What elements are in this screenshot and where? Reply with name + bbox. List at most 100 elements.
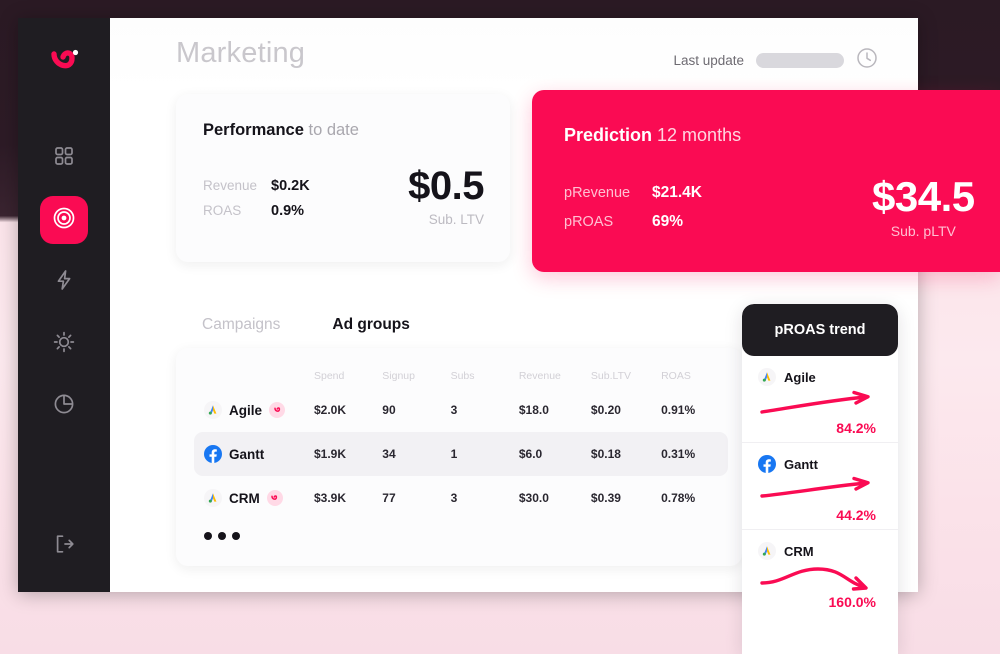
trend-item-label: CRM [784, 543, 814, 559]
trend-item-percent: 160.0% [828, 594, 876, 610]
cell-sub-ltv: $0.20 [590, 403, 621, 417]
trend-item-percent: 84.2% [836, 420, 876, 436]
logo-mark[interactable] [41, 40, 87, 86]
performance-metric-revenue: Revenue $0.2K [203, 178, 310, 194]
target-icon [51, 205, 77, 236]
performance-title: Performance to date [203, 121, 359, 140]
sidebar [18, 18, 110, 592]
sidebar-item-reports[interactable] [40, 382, 88, 430]
facebook-icon [204, 445, 222, 463]
tab-bar: Campaigns Ad groups [176, 304, 436, 347]
prediction-title: Prediction 12 months [564, 125, 741, 146]
tab-campaigns[interactable]: Campaigns [176, 304, 306, 347]
sidebar-item-logout[interactable] [40, 522, 88, 570]
google-ads-icon [204, 401, 222, 419]
trend-item-percent: 44.2% [836, 507, 876, 523]
sun-icon [52, 330, 76, 359]
cell-roas: 0.31% [661, 447, 696, 461]
metric-value: 0.9% [271, 203, 305, 219]
cell-sub-ltv: $0.39 [590, 491, 621, 505]
sidebar-item-dashboard[interactable] [40, 134, 88, 182]
logout-icon [52, 532, 76, 561]
trend-item-gantt[interactable]: Gantt 44.2% [742, 443, 898, 530]
facebook-icon [758, 455, 776, 473]
column-header-subs: Subs [450, 370, 475, 382]
cell-sub-ltv: $0.18 [590, 447, 621, 461]
column-header-spend: Spend [314, 370, 345, 382]
performance-title-strong: Performance [203, 121, 304, 139]
proas-trend-panel: pROAS trend Agile 84.2% Gantt 44.2% CRM … [742, 304, 898, 654]
cell-revenue: $6.0 [518, 447, 543, 461]
performance-title-light: to date [308, 121, 359, 139]
metric-value: 69% [652, 213, 684, 230]
sidebar-item-insights[interactable] [40, 320, 88, 368]
table-header-row: Spend Signup Subs Revenue Sub.LTV ROAS [194, 364, 728, 388]
prediction-metric-proas: pROAS 69% [564, 213, 702, 231]
table-row[interactable]: Gantt $1.9K 34 1 $6.0 $0.18 0.31% [194, 432, 728, 476]
proas-trend-header: pROAS trend [742, 304, 898, 356]
last-update: Last update [673, 47, 878, 74]
prediction-metric-prevenue: pRevenue $21.4K [564, 184, 702, 202]
metric-label: pROAS [564, 214, 614, 230]
ad-groups-table-panel: Spend Signup Subs Revenue Sub.LTV ROAS A… [176, 348, 742, 566]
performance-card: Performance to date Revenue $0.2K ROAS 0… [176, 94, 510, 262]
column-header-sub-ltv: Sub.LTV [590, 370, 631, 382]
metric-label: pRevenue [564, 185, 631, 201]
sidebar-nav [40, 134, 88, 430]
trend-item-head: Gantt [758, 455, 882, 473]
row-name-cell: Gantt [204, 445, 314, 463]
trend-item-crm[interactable]: CRM 160.0% [742, 530, 898, 616]
performance-headline: $0.5 Sub. LTV [408, 166, 484, 227]
trend-item-head: CRM [758, 542, 882, 560]
trend-item-agile[interactable]: Agile 84.2% [742, 356, 898, 443]
dot-icon [204, 532, 212, 540]
column-header-roas: ROAS [661, 370, 691, 382]
grid-icon [52, 144, 76, 173]
prediction-title-strong: Prediction [564, 125, 653, 145]
metric-label: Revenue [203, 178, 258, 193]
page-title: Marketing [176, 37, 306, 69]
dot-icon [232, 532, 240, 540]
table-row[interactable]: CRM $3.9K 77 3 $30.0 $0.39 0.78% [194, 476, 728, 520]
cell-roas: 0.91% [661, 403, 696, 417]
row-name-cell: Agile [204, 401, 314, 419]
more-options-button[interactable] [204, 532, 240, 540]
metric-value: $0.2K [271, 178, 310, 194]
prediction-big-value: $34.5 [872, 173, 975, 220]
lightning-icon [52, 268, 76, 297]
pie-chart-icon [52, 392, 76, 421]
metric-value: $21.4K [652, 184, 702, 201]
prediction-card: Prediction 12 months pRevenue $21.4K pRO… [532, 90, 1000, 272]
google-ads-icon [204, 489, 222, 507]
row-label: CRM [229, 490, 260, 506]
tab-ad-groups[interactable]: Ad groups [306, 304, 436, 347]
row-label: Agile [229, 402, 263, 418]
prediction-big-caption: Sub. pLTV [890, 223, 956, 239]
screen: Marketing Last update Performance to dat… [0, 0, 1000, 654]
trend-arrow-rising-icon [758, 388, 882, 422]
table-row[interactable]: Agile $2.0K 90 3 $18.0 $0.20 0.91% [194, 388, 728, 432]
cell-subs: 3 [450, 491, 458, 505]
performance-metric-roas: ROAS 0.9% [203, 203, 310, 219]
prediction-title-light: 12 months [657, 125, 742, 145]
metric-label: ROAS [203, 203, 242, 218]
performance-big-caption: Sub. LTV [428, 212, 484, 227]
cell-revenue: $18.0 [518, 403, 549, 417]
trend-item-label: Agile [784, 369, 816, 385]
clock-icon[interactable] [856, 47, 878, 74]
sidebar-item-automation[interactable] [40, 258, 88, 306]
google-ads-icon [758, 368, 776, 386]
trend-item-head: Agile [758, 368, 882, 386]
sidebar-item-campaigns[interactable] [40, 196, 88, 244]
cell-subs: 3 [450, 403, 458, 417]
cell-spend: $1.9K [314, 447, 347, 461]
cell-roas: 0.78% [661, 491, 696, 505]
ad-groups-table: Spend Signup Subs Revenue Sub.LTV ROAS A… [194, 364, 728, 520]
cell-signup: 90 [382, 403, 396, 417]
performance-big-value: $0.5 [408, 164, 484, 208]
cell-signup: 77 [382, 491, 396, 505]
column-header-signup: Signup [382, 370, 415, 382]
cell-signup: 34 [382, 447, 396, 461]
logo-badge-icon [266, 490, 283, 506]
last-update-value-placeholder [756, 53, 844, 68]
